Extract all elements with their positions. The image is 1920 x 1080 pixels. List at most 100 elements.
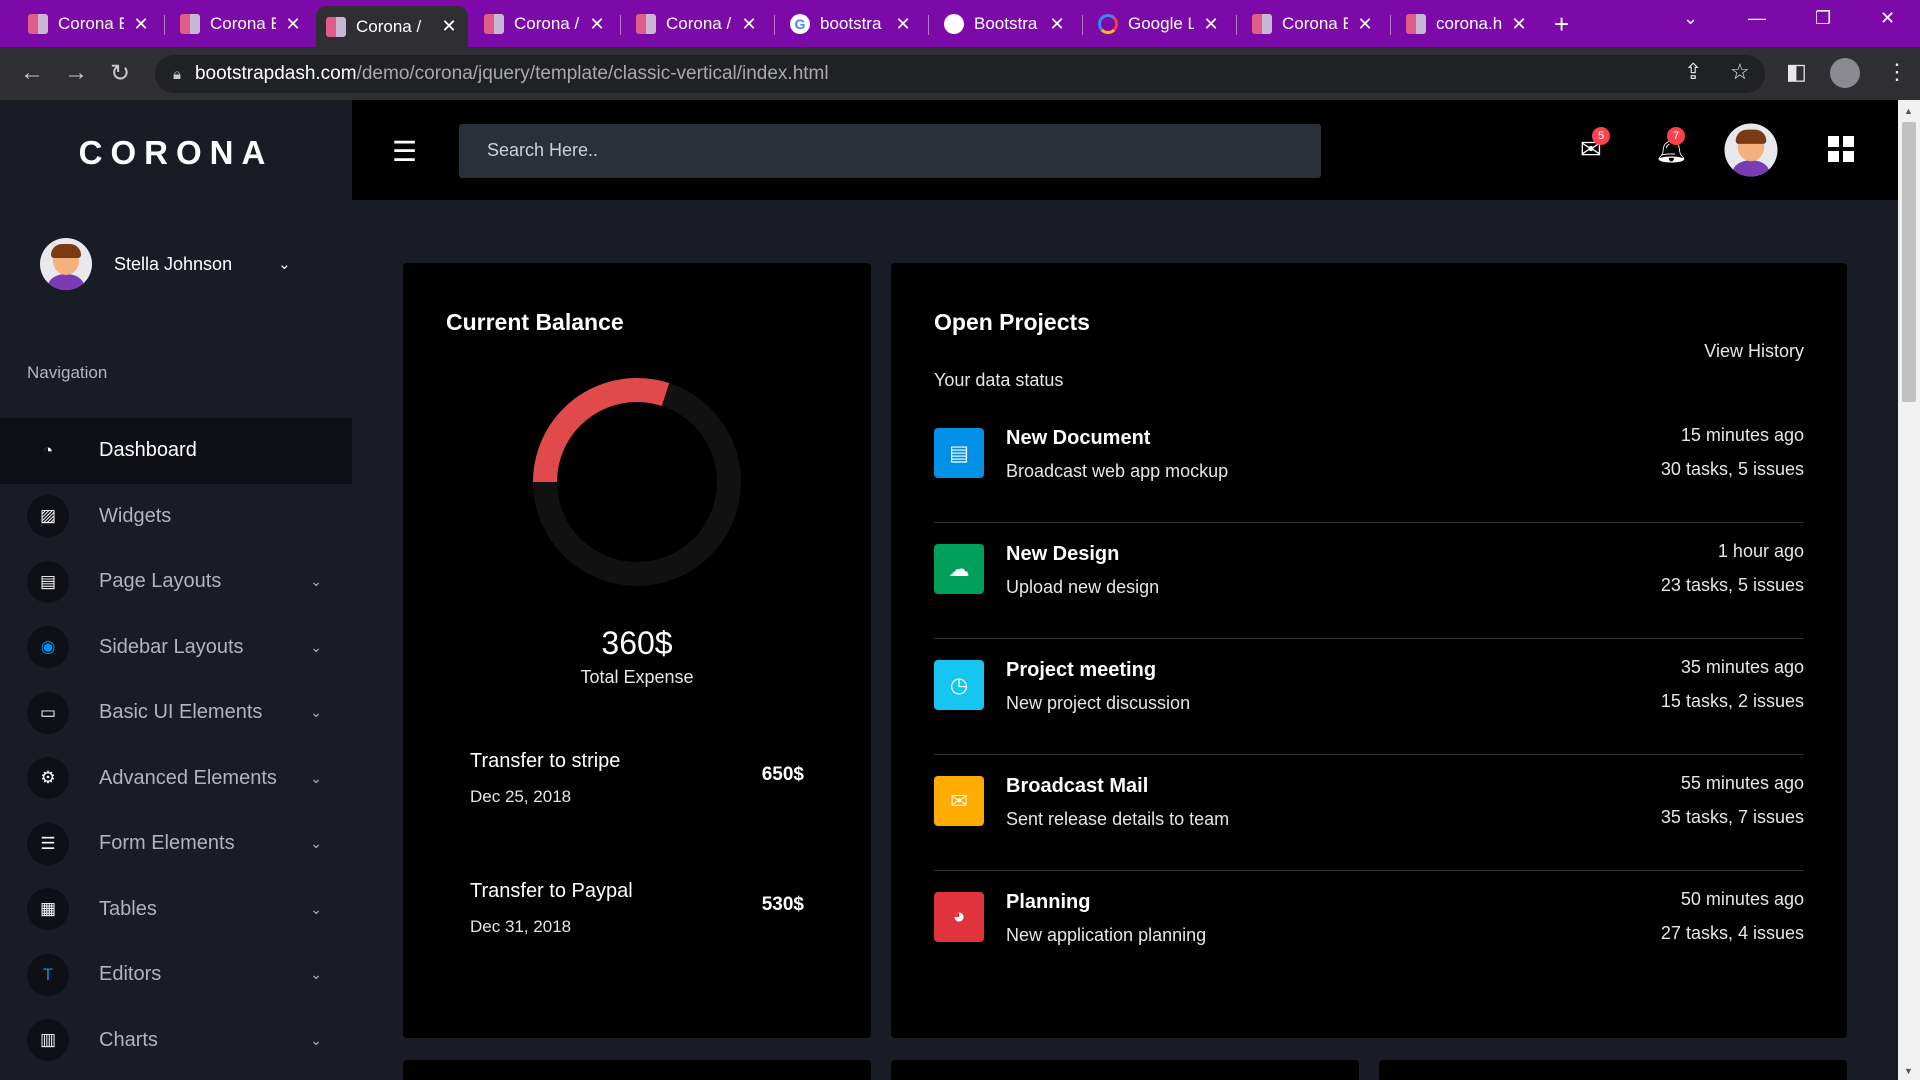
browser-tab[interactable]: Corona / ✕	[626, 6, 768, 42]
sidebar-item-tables[interactable]: ▦ Tables ⌄	[0, 877, 352, 943]
speedometer-icon: ◔	[42, 440, 54, 460]
browser-tab[interactable]: G bootstra ✕	[780, 6, 922, 42]
new-tab-icon[interactable]: +	[1554, 9, 1569, 40]
chevron-down-icon: ⌄	[310, 835, 322, 852]
apps-grid-icon[interactable]	[1828, 136, 1854, 162]
sidebar-profile[interactable]: Stella Johnson ⌄	[40, 238, 291, 290]
scroll-down-icon[interactable]: ▼	[1904, 1066, 1913, 1076]
close-icon[interactable]: ✕	[440, 16, 458, 37]
sidebar-item-charts[interactable]: ▥ Charts ⌄	[0, 1008, 352, 1074]
lock-icon: 🔒︎	[173, 65, 181, 83]
browser-tab[interactable]: Google L ✕	[1088, 6, 1230, 42]
browser-tab-active[interactable]: Corona / ✕	[316, 6, 468, 47]
sidebar-item-label: Sidebar Layouts	[99, 635, 244, 658]
google-lens-icon	[1098, 14, 1118, 34]
tab-title: Corona /	[666, 14, 732, 33]
close-icon[interactable]: ✕	[284, 14, 302, 35]
sidebar-item-form-elements[interactable]: ☰ Form Elements ⌄	[0, 811, 352, 877]
avatar[interactable]	[1724, 123, 1778, 177]
close-icon[interactable]: ✕	[1356, 14, 1374, 35]
gear-icon: ⚙	[27, 757, 69, 800]
card-title: Current Balance	[446, 309, 624, 335]
transaction-row: Transfer to Paypal Dec 31, 2018 530$	[470, 880, 804, 937]
reload-icon[interactable]: ↻	[110, 59, 130, 88]
restore-icon[interactable]: ❐	[1815, 8, 1831, 29]
project-description: Sent release details to team	[1006, 809, 1230, 829]
corona-icon	[326, 16, 346, 37]
browser-tab[interactable]: Corona E ✕	[1242, 6, 1384, 42]
project-row[interactable]: ◷ Project meeting New project discussion 35…	[934, 639, 1804, 755]
close-icon[interactable]: ✕	[588, 14, 606, 35]
transaction-amount: 530$	[761, 894, 804, 915]
chevron-down-icon: ⌄	[310, 900, 322, 917]
project-time: 15 minutes ago	[1680, 425, 1804, 445]
chevron-down-icon: ⌄	[310, 966, 322, 983]
address-bar[interactable]: 🔒︎ bootstrapdash.com/demo/corona/jquery/…	[155, 55, 1765, 93]
minimize-icon[interactable]: —	[1748, 8, 1766, 29]
scroll-up-icon[interactable]: ▲	[1904, 106, 1913, 116]
sidebar-item-basic-ui-elements[interactable]: ▭ Basic UI Elements ⌄	[0, 680, 352, 746]
github-icon	[944, 14, 964, 34]
sidebar-item-label: Tables	[99, 897, 157, 920]
mail-count-badge: 5	[1592, 127, 1610, 145]
forward-icon[interactable]: →	[64, 59, 88, 87]
profile-icon[interactable]	[1830, 58, 1860, 88]
project-description: Broadcast web app mockup	[1006, 461, 1229, 481]
corona-icon	[1406, 14, 1426, 34]
browser-tab[interactable]: Corona / ✕	[474, 6, 616, 42]
browser-toolbar: ← → ↻ 🔒︎ bootstrapdash.com/demo/corona/j…	[0, 47, 1920, 100]
star-icon[interactable]: ☆	[1730, 59, 1750, 85]
back-icon[interactable]: ←	[20, 59, 44, 87]
close-icon[interactable]: ✕	[132, 14, 150, 35]
close-icon[interactable]: ✕	[894, 14, 912, 35]
sidebar-item-advanced-elements[interactable]: ⚙ Advanced Elements ⌄	[0, 746, 352, 812]
tab-title: Corona /	[356, 16, 422, 36]
close-window-icon[interactable]: ✕	[1880, 8, 1895, 29]
current-balance-card: Current Balance 360$ Total Expense Trans…	[403, 263, 871, 1038]
sidebar-item-page-layouts[interactable]: ▤ Page Layouts ⌄	[0, 549, 352, 615]
chevron-down-icon[interactable]: ⌄	[278, 255, 291, 273]
sidebar-item-editors[interactable]: T Editors ⌄	[0, 942, 352, 1008]
tab-title: Bootstra	[974, 14, 1038, 33]
avatar	[40, 238, 92, 290]
project-time: 1 hour ago	[1717, 541, 1804, 561]
scrollbar-thumb[interactable]	[1902, 122, 1916, 402]
browser-tab[interactable]: Corona E ✕	[18, 6, 160, 42]
project-row[interactable]: ◕ Planning New application planning 50 minu…	[934, 871, 1804, 987]
close-icon[interactable]: ✕	[1202, 14, 1220, 35]
close-icon[interactable]: ✕	[1048, 14, 1066, 35]
corona-icon	[636, 14, 656, 34]
notification-count-badge: 7	[1667, 127, 1685, 145]
chevron-down-icon: ⌄	[310, 769, 322, 786]
close-icon[interactable]: ✕	[740, 14, 758, 35]
sidebar-item-sidebar-layouts[interactable]: ◉ Sidebar Layouts ⌄	[0, 615, 352, 681]
share-icon[interactable]: ⇪	[1684, 59, 1702, 85]
corona-icon	[28, 14, 48, 34]
side-panel-icon[interactable]: ◧	[1786, 59, 1807, 85]
sidebar-item-label: Form Elements	[99, 832, 235, 855]
project-tasks: 23 tasks, 5 issues	[1660, 575, 1804, 595]
view-history-link[interactable]: View History	[1704, 341, 1804, 362]
project-title: Broadcast Mail	[1006, 775, 1149, 797]
project-row[interactable]: ☁ New Design Upload new design 1 hour ago 23…	[934, 523, 1804, 639]
tab-search-icon[interactable]: ⌄	[1683, 8, 1698, 29]
pie-chart-icon: ◕	[934, 892, 984, 942]
chevron-down-icon: ⌄	[310, 704, 322, 721]
sidebar-item-dashboard[interactable]: ◔ Dashboard	[0, 418, 352, 484]
browser-tab[interactable]: Bootstra ✕	[934, 6, 1076, 42]
search-input[interactable]: Search Here..	[459, 124, 1321, 178]
transaction-row: Transfer to stripe Dec 25, 2018 650$	[470, 750, 804, 807]
page-scrollbar[interactable]: ▲ ▼	[1898, 100, 1920, 1080]
menu-toggle-icon[interactable]: ☰	[392, 135, 417, 168]
project-tasks: 35 tasks, 7 issues	[1660, 807, 1804, 827]
project-row[interactable]: ✉ Broadcast Mail Sent release details to t…	[934, 755, 1804, 871]
project-tasks: 27 tasks, 4 issues	[1660, 923, 1804, 943]
close-icon[interactable]: ✕	[1510, 14, 1528, 35]
menu-icon[interactable]: ⋮	[1886, 59, 1908, 85]
nav-category: Navigation	[27, 363, 108, 382]
browser-tab[interactable]: Corona E ✕	[170, 6, 312, 42]
sidebar-item-widgets[interactable]: ▨ Widgets	[0, 484, 352, 550]
project-row[interactable]: ▤ New Document Broadcast web app mockup 15 …	[934, 407, 1804, 523]
brand-logo[interactable]: CORONA	[0, 134, 352, 172]
browser-tab[interactable]: corona.h ✕	[1396, 6, 1538, 42]
